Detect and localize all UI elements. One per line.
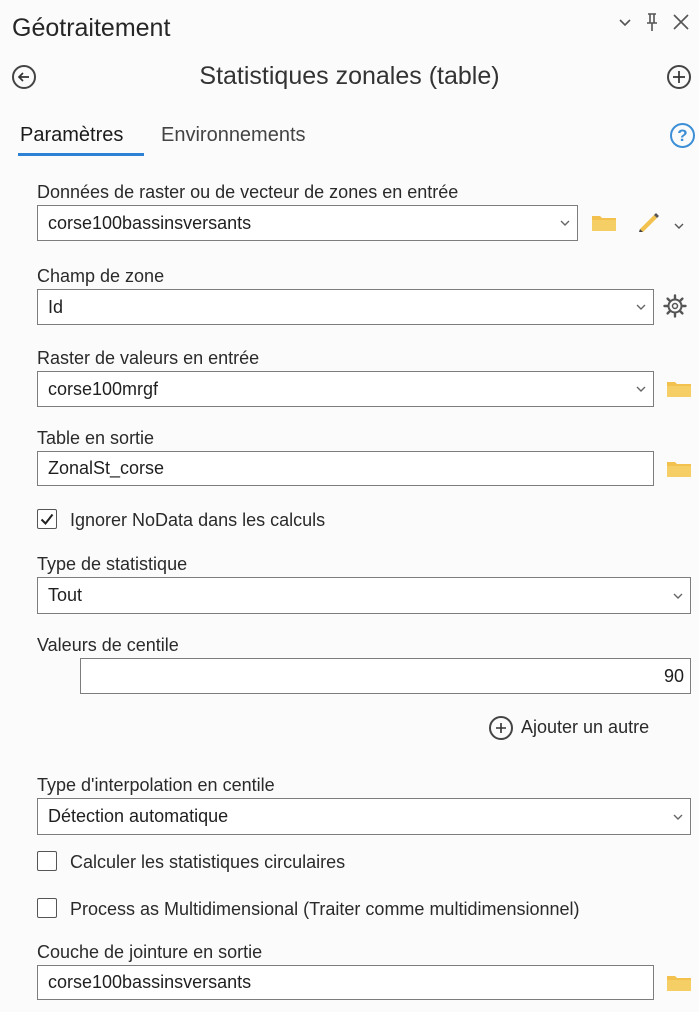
percentile-interpolation-value: Détection automatique [48, 806, 229, 826]
browse-folder-icon[interactable] [591, 212, 617, 237]
zone-field-select[interactable]: Id [37, 289, 654, 325]
checkmark-icon [40, 513, 54, 526]
chevron-down-icon[interactable] [635, 290, 647, 324]
output-join-layer-input[interactable]: corse100bassinsversants [37, 965, 654, 1000]
statistics-type-label: Type de statistique [37, 554, 188, 574]
edit-pencil-icon[interactable] [637, 210, 661, 237]
ignore-nodata-label: Ignorer NoData dans les calculs [70, 510, 326, 530]
tool-title: Statistiques zonales (table) [199, 62, 500, 90]
pane-title: Géotraitement [12, 14, 171, 42]
tab-parameters[interactable]: Paramètres [20, 124, 123, 147]
help-icon[interactable]: ? [670, 123, 695, 148]
zones-input-field[interactable]: corse100bassinsversants [37, 205, 578, 241]
add-button[interactable] [667, 65, 691, 89]
add-another-label[interactable]: Ajouter un autre [521, 717, 649, 738]
zone-field-value: Id [48, 296, 64, 317]
add-another-button[interactable] [489, 716, 513, 740]
value-raster-value: corse100mrgf [48, 378, 159, 399]
browse-folder-icon[interactable] [666, 972, 692, 997]
ignore-nodata-checkbox[interactable] [37, 509, 57, 529]
value-raster-field[interactable]: corse100mrgf [37, 371, 654, 407]
zones-input-label: Données de raster ou de vecteur de zones… [37, 182, 459, 202]
pane-options-chevron-icon[interactable] [618, 12, 632, 36]
browse-folder-icon[interactable] [666, 458, 692, 483]
percentile-value: 90 [663, 665, 684, 686]
value-raster-label: Raster de valeurs en entrée [37, 348, 260, 368]
chevron-down-icon[interactable] [672, 578, 684, 613]
chevron-down-icon[interactable] [635, 372, 647, 406]
tab-environments[interactable]: Environnements [161, 124, 306, 147]
pin-icon[interactable] [645, 12, 659, 38]
chevron-down-icon[interactable] [559, 206, 571, 240]
plus-icon [496, 723, 506, 733]
gear-icon[interactable] [663, 294, 687, 323]
output-table-label: Table en sortie [37, 428, 155, 448]
multidimensional-label: Process as Multidimensional (Traiter com… [70, 899, 580, 919]
statistics-type-value: Tout [48, 585, 83, 605]
zone-field-label: Champ de zone [37, 266, 165, 286]
percentile-interpolation-select[interactable]: Détection automatique [37, 798, 691, 835]
multidimensional-checkbox[interactable] [37, 898, 57, 918]
chevron-down-icon[interactable] [672, 799, 684, 834]
circular-stats-label: Calculer les statistiques circulaires [70, 852, 346, 872]
output-join-layer-label: Couche de jointure en sortie [37, 942, 263, 962]
percentile-interpolation-label: Type d'interpolation en centile [37, 775, 275, 795]
output-join-layer-value: corse100bassinsversants [48, 972, 252, 992]
output-table-input[interactable]: ZonalSt_corse [37, 451, 654, 486]
browse-folder-icon[interactable] [666, 378, 692, 403]
statistics-type-select[interactable]: Tout [37, 577, 691, 614]
circular-stats-checkbox[interactable] [37, 851, 57, 871]
active-tab-indicator [18, 153, 144, 156]
percentile-value-input[interactable]: 90 [80, 658, 691, 694]
percentile-values-label: Valeurs de centile [37, 635, 179, 655]
pencil-menu-chevron-icon[interactable] [674, 218, 684, 236]
zones-input-value: corse100bassinsversants [48, 212, 252, 233]
close-icon[interactable] [672, 13, 690, 37]
output-table-value: ZonalSt_corse [48, 458, 165, 478]
plus-icon [673, 71, 685, 83]
